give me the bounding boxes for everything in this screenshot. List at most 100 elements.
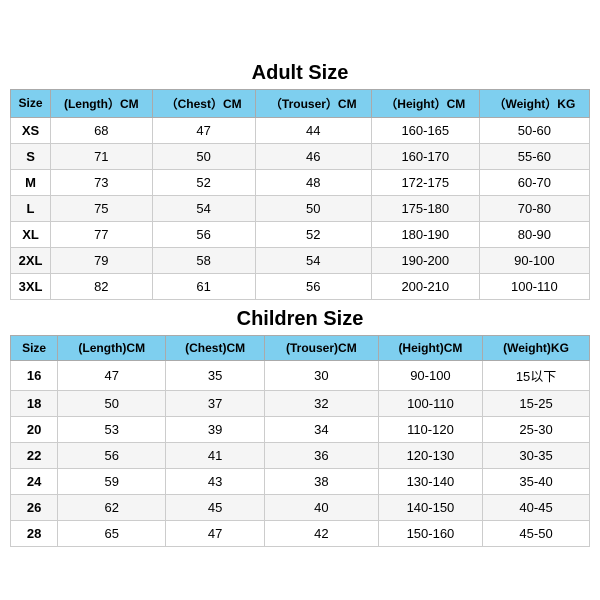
children-table-header-cell: (Length)CM bbox=[58, 335, 166, 360]
table-cell: 150-160 bbox=[378, 520, 482, 546]
table-cell: 35 bbox=[166, 360, 265, 390]
table-cell: 100-110 bbox=[479, 273, 589, 299]
adult-table-header-cell: （Trouser）CM bbox=[255, 89, 371, 117]
table-cell: 50 bbox=[152, 143, 255, 169]
table-cell: 26 bbox=[11, 494, 58, 520]
table-cell: 61 bbox=[152, 273, 255, 299]
table-cell: 62 bbox=[58, 494, 166, 520]
table-cell: 130-140 bbox=[378, 468, 482, 494]
table-row: 24594338130-14035-40 bbox=[11, 468, 590, 494]
table-cell: 30 bbox=[264, 360, 378, 390]
table-row: 20533934110-12025-30 bbox=[11, 416, 590, 442]
table-cell: 60-70 bbox=[479, 169, 589, 195]
table-cell: 45 bbox=[166, 494, 265, 520]
table-cell: 55-60 bbox=[479, 143, 589, 169]
table-cell: 160-165 bbox=[371, 117, 479, 143]
children-table-header-cell: (Chest)CM bbox=[166, 335, 265, 360]
table-row: 26624540140-15040-45 bbox=[11, 494, 590, 520]
table-cell: 16 bbox=[11, 360, 58, 390]
table-cell: 38 bbox=[264, 468, 378, 494]
children-size-title: Children Size bbox=[10, 300, 590, 335]
table-cell: 200-210 bbox=[371, 273, 479, 299]
table-cell: 52 bbox=[152, 169, 255, 195]
table-cell: 110-120 bbox=[378, 416, 482, 442]
table-cell: 40 bbox=[264, 494, 378, 520]
adult-size-title: Adult Size bbox=[10, 54, 590, 89]
adult-table-header-row: Size(Length）CM（Chest）CM（Trouser）CM（Heigh… bbox=[11, 89, 590, 117]
table-cell: 47 bbox=[152, 117, 255, 143]
table-cell: 28 bbox=[11, 520, 58, 546]
table-cell: 46 bbox=[255, 143, 371, 169]
table-cell: 3XL bbox=[11, 273, 51, 299]
adult-table-header-cell: （Chest）CM bbox=[152, 89, 255, 117]
children-table-header-row: Size(Length)CM(Chest)CM(Trouser)CM(Heigh… bbox=[11, 335, 590, 360]
table-cell: 75 bbox=[51, 195, 153, 221]
adult-table-header-cell: （Height）CM bbox=[371, 89, 479, 117]
table-row: 18503732100-11015-25 bbox=[11, 390, 590, 416]
table-cell: 48 bbox=[255, 169, 371, 195]
adult-table-header-cell: Size bbox=[11, 89, 51, 117]
table-row: 2XL795854190-20090-100 bbox=[11, 247, 590, 273]
table-cell: 53 bbox=[58, 416, 166, 442]
table-cell: 79 bbox=[51, 247, 153, 273]
table-cell: 39 bbox=[166, 416, 265, 442]
size-chart-container: Adult Size Size(Length）CM（Chest）CM（Trous… bbox=[10, 54, 590, 547]
table-cell: 47 bbox=[58, 360, 166, 390]
children-size-table: Size(Length)CM(Chest)CM(Trouser)CM(Heigh… bbox=[10, 335, 590, 547]
table-cell: 43 bbox=[166, 468, 265, 494]
adult-table-header-cell: (Length）CM bbox=[51, 89, 153, 117]
table-cell: 59 bbox=[58, 468, 166, 494]
table-cell: 2XL bbox=[11, 247, 51, 273]
table-row: L755450175-18070-80 bbox=[11, 195, 590, 221]
table-cell: 65 bbox=[58, 520, 166, 546]
table-cell: 56 bbox=[255, 273, 371, 299]
table-cell: 50 bbox=[255, 195, 371, 221]
table-cell: 18 bbox=[11, 390, 58, 416]
table-cell: 100-110 bbox=[378, 390, 482, 416]
table-cell: 54 bbox=[255, 247, 371, 273]
table-cell: 15以下 bbox=[483, 360, 590, 390]
table-cell: 22 bbox=[11, 442, 58, 468]
children-table-header-cell: (Weight)KG bbox=[483, 335, 590, 360]
table-row: 1647353090-10015以下 bbox=[11, 360, 590, 390]
children-table-header-cell: Size bbox=[11, 335, 58, 360]
table-row: XS684744160-16550-60 bbox=[11, 117, 590, 143]
table-cell: 120-130 bbox=[378, 442, 482, 468]
table-cell: 15-25 bbox=[483, 390, 590, 416]
table-cell: 73 bbox=[51, 169, 153, 195]
table-cell: 42 bbox=[264, 520, 378, 546]
table-cell: 35-40 bbox=[483, 468, 590, 494]
table-cell: 190-200 bbox=[371, 247, 479, 273]
table-cell: 50-60 bbox=[479, 117, 589, 143]
table-cell: 160-170 bbox=[371, 143, 479, 169]
table-cell: 20 bbox=[11, 416, 58, 442]
table-cell: 47 bbox=[166, 520, 265, 546]
table-cell: XS bbox=[11, 117, 51, 143]
table-row: M735248172-17560-70 bbox=[11, 169, 590, 195]
table-cell: 37 bbox=[166, 390, 265, 416]
table-cell: 56 bbox=[58, 442, 166, 468]
children-table-header-cell: (Height)CM bbox=[378, 335, 482, 360]
table-cell: 54 bbox=[152, 195, 255, 221]
table-cell: 180-190 bbox=[371, 221, 479, 247]
table-row: 3XL826156200-210100-110 bbox=[11, 273, 590, 299]
table-cell: S bbox=[11, 143, 51, 169]
table-cell: 70-80 bbox=[479, 195, 589, 221]
table-cell: 25-30 bbox=[483, 416, 590, 442]
table-cell: 82 bbox=[51, 273, 153, 299]
adult-table-header-cell: （Weight）KG bbox=[479, 89, 589, 117]
table-cell: M bbox=[11, 169, 51, 195]
table-cell: 30-35 bbox=[483, 442, 590, 468]
table-cell: 45-50 bbox=[483, 520, 590, 546]
table-cell: 32 bbox=[264, 390, 378, 416]
table-cell: L bbox=[11, 195, 51, 221]
table-row: S715046160-17055-60 bbox=[11, 143, 590, 169]
table-cell: 175-180 bbox=[371, 195, 479, 221]
table-row: 28654742150-16045-50 bbox=[11, 520, 590, 546]
table-cell: XL bbox=[11, 221, 51, 247]
table-cell: 90-100 bbox=[378, 360, 482, 390]
table-row: 22564136120-13030-35 bbox=[11, 442, 590, 468]
table-cell: 140-150 bbox=[378, 494, 482, 520]
table-cell: 34 bbox=[264, 416, 378, 442]
table-cell: 52 bbox=[255, 221, 371, 247]
